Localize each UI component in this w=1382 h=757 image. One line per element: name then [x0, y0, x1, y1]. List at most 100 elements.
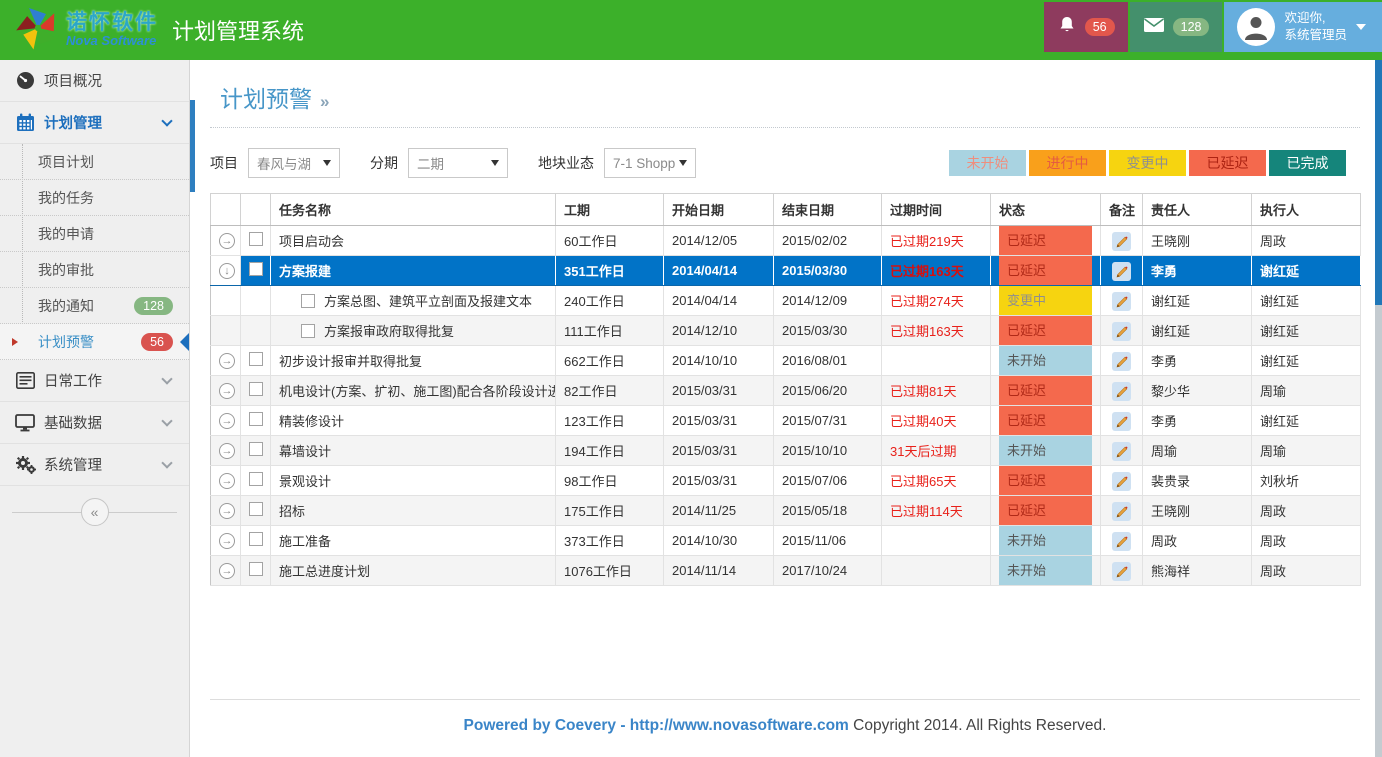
- table-row[interactable]: 方案报审政府取得批复111工作日2014/12/102015/03/30已过期1…: [211, 316, 1361, 346]
- expand-row-icon[interactable]: →: [219, 503, 235, 519]
- note-cell: [1101, 436, 1143, 466]
- sidebar-subitem-label: 项目计划: [38, 152, 94, 172]
- legend-status-0[interactable]: 未开始: [949, 150, 1026, 176]
- nova-star-logo-icon: [16, 5, 60, 56]
- filter-phase-select[interactable]: 二期: [408, 148, 508, 178]
- expand-row-icon[interactable]: →: [219, 473, 235, 489]
- footer-copyright: Copyright 2014. All Rights Reserved.: [853, 717, 1106, 734]
- app-title: 计划管理系统: [172, 14, 304, 46]
- overdue-text: 已过期40天: [890, 414, 956, 429]
- table-row[interactable]: →精装修设计123工作日2015/03/312015/07/31已过期40天已延…: [211, 406, 1361, 436]
- expand-row-icon[interactable]: →: [219, 233, 235, 249]
- user-name: 系统管理员: [1284, 27, 1347, 44]
- footer-link[interactable]: Powered by Coevery - http://www.novasoft…: [464, 717, 849, 734]
- edit-note-button[interactable]: [1112, 352, 1131, 371]
- filter-plot-type-select[interactable]: 7-1 Shopp: [604, 148, 696, 178]
- row-checkbox[interactable]: [249, 412, 263, 426]
- sidebar-subitem-1[interactable]: 我的任务: [0, 180, 189, 216]
- filter-project-select[interactable]: 春风与湖: [248, 148, 340, 178]
- table-row[interactable]: →幕墙设计194工作日2015/03/312015/10/1031天后过期未开始…: [211, 436, 1361, 466]
- sidebar-subitem-5[interactable]: 计划预警56: [0, 324, 189, 360]
- page-scrollbar[interactable]: [1375, 60, 1382, 757]
- table-row[interactable]: →施工总进度计划1076工作日2014/11/142017/10/24未开始熊海…: [211, 556, 1361, 586]
- legend-status-3[interactable]: 已延迟: [1189, 150, 1266, 176]
- filter-label: 分期: [370, 153, 398, 173]
- row-checkbox[interactable]: [249, 562, 263, 576]
- edit-note-button[interactable]: [1112, 562, 1131, 581]
- table-row[interactable]: →施工准备373工作日2014/10/302015/11/06未开始周政周政: [211, 526, 1361, 556]
- table-row[interactable]: →招标175工作日2014/11/252015/05/18已过期114天已延迟王…: [211, 496, 1361, 526]
- edit-note-button[interactable]: [1112, 442, 1131, 461]
- sidebar-item-project-overview[interactable]: 项目概况: [0, 60, 189, 102]
- expand-row-icon[interactable]: →: [219, 533, 235, 549]
- row-checkbox[interactable]: [249, 232, 263, 246]
- chevron-down-icon: [161, 415, 172, 426]
- row-checkbox[interactable]: [249, 262, 263, 276]
- count-badge: 128: [134, 297, 173, 315]
- table-row[interactable]: ↓方案报建351工作日2014/04/142015/03/30已过期163天已延…: [211, 256, 1361, 286]
- sidebar-item-system-management[interactable]: 系统管理: [0, 444, 189, 486]
- row-checkbox[interactable]: [249, 382, 263, 396]
- expand-row-icon[interactable]: →: [219, 353, 235, 369]
- column-header: 过期时间: [882, 194, 991, 226]
- duration-cell: 240工作日: [556, 286, 664, 316]
- sidebar-collapse-button[interactable]: «: [81, 498, 109, 526]
- row-checkbox[interactable]: [249, 352, 263, 366]
- expand-row-icon[interactable]: →: [219, 563, 235, 579]
- sidebar-subitem-2[interactable]: 我的申请: [0, 216, 189, 252]
- column-header: 结束日期: [774, 194, 882, 226]
- row-checkbox[interactable]: [301, 294, 315, 308]
- sidebar-item-base-data[interactable]: 基础数据: [0, 402, 189, 444]
- collapse-row-icon[interactable]: ↓: [219, 263, 235, 279]
- notifications-button[interactable]: 56: [1044, 2, 1128, 52]
- row-checkbox[interactable]: [249, 502, 263, 516]
- row-checkbox[interactable]: [249, 532, 263, 546]
- column-header: 责任人: [1143, 194, 1252, 226]
- messages-count-badge: 128: [1173, 18, 1210, 36]
- edit-note-button[interactable]: [1112, 382, 1131, 401]
- edit-note-button[interactable]: [1112, 532, 1131, 551]
- sidebar-subitem-4[interactable]: 我的通知128: [0, 288, 189, 324]
- legend-status-1[interactable]: 进行中: [1029, 150, 1106, 176]
- table-header-row: 任务名称工期开始日期结束日期过期时间状态备注责任人执行人: [211, 194, 1361, 226]
- edit-note-button[interactable]: [1112, 322, 1131, 341]
- status-badge: 已延迟: [999, 376, 1092, 405]
- notifications-count-badge: 56: [1085, 18, 1115, 36]
- edit-note-button[interactable]: [1112, 502, 1131, 521]
- row-checkbox[interactable]: [249, 472, 263, 486]
- edit-note-button[interactable]: [1112, 292, 1131, 311]
- sidebar-subitem-3[interactable]: 我的审批: [0, 252, 189, 288]
- table-row[interactable]: 方案总图、建筑平立剖面及报建文本240工作日2014/04/142014/12/…: [211, 286, 1361, 316]
- scrollbar-thumb[interactable]: [1375, 60, 1382, 305]
- expand-row-icon[interactable]: →: [219, 413, 235, 429]
- sidebar-subitem-0[interactable]: 项目计划: [0, 144, 189, 180]
- sidebar-item-daily-work[interactable]: 日常工作: [0, 360, 189, 402]
- table-row[interactable]: →景观设计98工作日2015/03/312015/07/06已过期65天已延迟裴…: [211, 466, 1361, 496]
- table-row[interactable]: →项目启动会60工作日2014/12/052015/02/02已过期219天已延…: [211, 226, 1361, 256]
- status-cell: 未开始: [991, 346, 1101, 376]
- row-checkbox[interactable]: [249, 442, 263, 456]
- legend-status-2[interactable]: 变更中: [1109, 150, 1186, 176]
- column-header-blank: [211, 194, 241, 226]
- expand-cell: →: [211, 496, 241, 526]
- expand-row-icon[interactable]: →: [219, 383, 235, 399]
- expand-row-icon[interactable]: →: [219, 443, 235, 459]
- edit-note-button[interactable]: [1112, 262, 1131, 281]
- edit-note-button[interactable]: [1112, 412, 1131, 431]
- task-name: 精装修设计: [279, 414, 344, 429]
- note-cell: [1101, 556, 1143, 586]
- row-checkbox[interactable]: [301, 324, 315, 338]
- sidebar-subitem-label: 我的任务: [38, 188, 94, 208]
- table-row[interactable]: →机电设计(方案、扩初、施工图)配合各阶段设计进度82工作日2015/03/31…: [211, 376, 1361, 406]
- legend-status-4[interactable]: 已完成: [1269, 150, 1346, 176]
- note-cell: [1101, 226, 1143, 256]
- edit-note-button[interactable]: [1112, 232, 1131, 251]
- sidebar-item-plan-management[interactable]: 计划管理: [0, 102, 189, 144]
- messages-button[interactable]: 128: [1130, 2, 1223, 52]
- user-menu[interactable]: 欢迎你, 系统管理员: [1224, 2, 1382, 52]
- table-row[interactable]: →初步设计报审并取得批复662工作日2014/10/102016/08/01未开…: [211, 346, 1361, 376]
- expand-cell: ↓: [211, 256, 241, 286]
- edit-note-button[interactable]: [1112, 472, 1131, 491]
- task-name-cell: 机电设计(方案、扩初、施工图)配合各阶段设计进度: [271, 376, 556, 406]
- status-badge: 未开始: [999, 436, 1092, 465]
